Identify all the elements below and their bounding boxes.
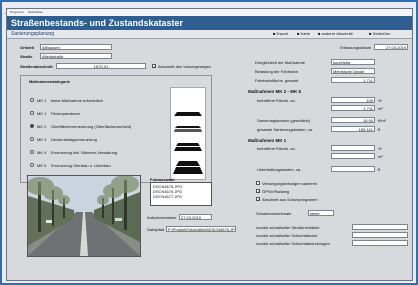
oepnv-label: ÖPNV/Radweg [262,189,290,194]
pyramid-mk2-icon [174,112,202,116]
other-section-button[interactable]: ■ anderer Abschnitt [318,31,353,36]
massnahme-radio[interactable] [30,98,34,102]
massnahme-code: MK 3 [37,137,47,142]
menu-item-programm[interactable]: Programm [10,10,24,15]
oepnv-checkbox[interactable]: ✓ [256,189,260,194]
street-photo-image [28,176,140,256]
tab-bar: Sanierungsplanung ■ Export ■ Karte ■ and… [7,30,412,39]
ortsteil-field[interactable]: Althausen [40,44,112,50]
area-unit: m² [378,106,383,111]
massnahme-label: keine Maßnahme erforderlich [51,98,104,103]
close-button[interactable]: ■ Schließen [369,31,390,36]
window-title: Straßenbestands- und Zustandskataster [11,18,184,28]
anzahl-label-3: Anzahl schadhafter Schachtabdeckungen [256,241,330,246]
massnahme-code: MK 2 [37,124,47,129]
title-bar: Straßenbestands- und Zustandskataster [7,16,412,30]
dateipfad-label: Dateipfad [147,227,165,232]
massnahme-radio[interactable] [30,124,34,128]
massnahme-radio[interactable] [30,137,34,141]
anzahl-label-2: Anzahl schadhafter Schachtdeckel [256,233,318,238]
export-button[interactable]: ■ Export [273,31,288,36]
mk1-flaeche-label: betroffene Fläche, ca. [257,146,296,151]
anzahl-field-1[interactable] [352,224,408,230]
dringlichkeit-label: Dringlichkeit der Maßnahme [255,60,306,65]
menu-item-nachhalten[interactable]: Nachhalten [28,10,43,15]
layer-diagram [170,87,206,180]
schutz-checkbox[interactable]: ✓ [256,197,260,202]
massnahme-code: MK 1 [37,111,47,116]
map-button[interactable]: ■ Karte [297,31,310,36]
aufnahmedatum-field[interactable]: 27.03.2019 [179,214,212,220]
foto-list[interactable]: DSCN4675.JPG DSCN4676.JPG DSCN4677.JPG [150,182,212,206]
versorgung-checkbox[interactable] [256,181,260,185]
massnahme-radio[interactable] [30,163,34,167]
erfassung-field[interactable]: 27.03.2019 [374,44,408,50]
massnahmen-title: Maßnahmenkategorie [29,79,71,84]
mk1-title: Maßnahmen MK 1 [248,138,287,143]
gesamt-label: gesamte Sanierungskosten, ca. [257,127,314,132]
massnahme-label: Flickreparaturen [51,111,80,116]
betroffene-percent-field[interactable]: 100 [331,97,375,103]
percent-unit: % [378,98,382,103]
anzahl-field-3[interactable] [352,240,408,246]
tab-sanierungsplanung[interactable]: Sanierungsplanung [11,31,54,37]
fahrbahn-field[interactable]: 1.711 [331,77,375,83]
schaeden-label: Schadensmerkmale [256,211,292,216]
erfassung-label: Erfassungsdatum [340,45,372,50]
application-window: Programm Nachhalten Straßenbestands- und… [6,8,413,281]
massnahme-label: Deckenbelagserneuerung [51,137,97,142]
massnahme-label: Oberflächenerneuerung (Oberflächenschich… [51,124,132,129]
pyramid-mk5-icon [173,161,203,174]
ortsteil-label: Ortsteil [20,45,35,50]
abschnitt-vorsorge-checkbox[interactable]: ✓ [152,64,156,69]
pyramid-mk4-icon [174,143,202,151]
abschnitt-label: Straßenabschnitt [20,64,53,69]
sanierung-field[interactable]: 15,90 [331,117,375,123]
street-photo [27,175,141,257]
massnahme-code: MK 4 [37,150,47,155]
dringlichkeit-select[interactable]: kurzfristig [331,59,375,65]
mk1-area-field[interactable] [331,153,375,159]
anzahl-field-2[interactable] [352,232,408,238]
sanierung-label: Sanierungskosten (geschätzt) [257,118,310,123]
strasse-field[interactable]: Alfeldstraße [40,53,112,59]
massnahme-code: MK 1 [37,98,47,103]
massnahme-radio[interactable] [30,150,34,154]
schutz-label: Abschnitt aus Schutzprogramm [262,197,318,202]
mk1-percent-field[interactable] [331,145,375,151]
massnahme-radio[interactable] [30,111,34,115]
belastung-select[interactable]: Mehrfache Decke [331,68,375,74]
abschnitt-vorsorge-label: Abschnitt des Vorsorgeweges [158,64,211,69]
gesamt-unit: € [378,127,381,132]
layer-pyramid-icons [173,112,203,174]
foto-list-item[interactable]: DSCN4677.JPG [153,194,182,199]
belastung-label: Belastung der Fahrbahn [255,69,298,74]
mk1-area-unit: m² [378,154,383,159]
pyramid-mk3-icon [174,126,202,132]
unterhaltung-unit: € [378,167,381,172]
versorgung-label: Versorgungsleitungen sanieren [262,181,318,186]
schaeden-select[interactable]: keine [308,210,334,216]
strasse-label: Straße [20,54,33,59]
betroffene-area-field[interactable]: 1.711 [331,105,375,111]
aufnahmedatum-label: Aufnahmedatum [147,215,177,220]
anzahl-label-1: Anzahl schadhafter Straßeneinläufe [256,225,320,230]
mk1-percent-unit: % [378,146,382,151]
massnahme-label: Erneuerung Oberbau u. Unterbau [51,163,111,168]
ellipsis-marker: · · [0,11,6,17]
gesamt-field[interactable]: 189.161 [331,126,375,132]
dateipfad-field[interactable]: P:\Projekt\Fotos\Alfeld\DSCN4675.JPG [166,226,236,232]
fahrbahn-label: Fahrbahnfläche, gesamt [255,78,299,83]
betroffene-label: betroffene Fläche, ca. [257,98,296,103]
massnahme-code: MK 5 [37,163,47,168]
sanierung-unit: €/m² [378,118,386,123]
massnahme-label: Erneuerung inkl. Bitumen-Verwaltung [51,150,118,155]
mk25-title: Maßnahmen MK 2 - MK 5 [248,89,302,94]
unterhaltung-label: Unterhaltungskosten, ca. [257,167,302,172]
unterhaltung-field[interactable] [331,166,375,172]
abschnitt-field[interactable]: 1670-01 [56,63,146,69]
